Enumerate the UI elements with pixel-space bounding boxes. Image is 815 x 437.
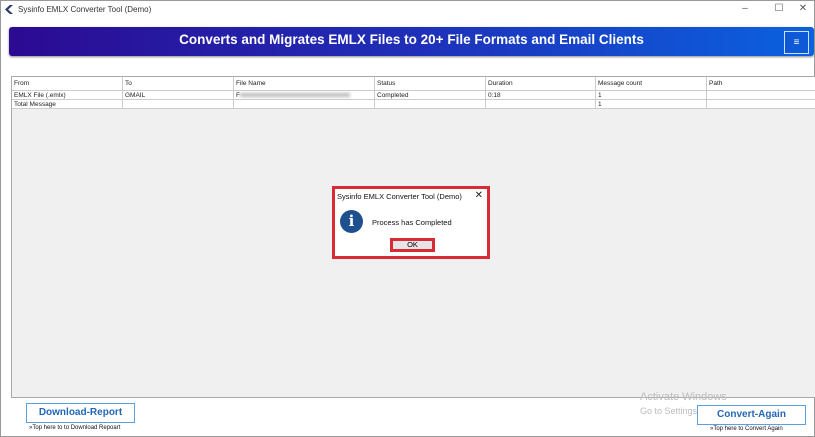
close-button[interactable]: ✕: [793, 3, 813, 14]
header-status[interactable]: Status: [375, 77, 486, 91]
blurred-file-name: [239, 93, 350, 98]
convert-hint: »Top here to Convert Again: [710, 426, 783, 432]
banner-title: Converts and Migrates EMLX Files to 20+ …: [179, 32, 644, 47]
title-bar: Sysinfo EMLX Converter Tool (Demo) – ☐ ✕: [1, 1, 815, 19]
header-message-count[interactable]: Message count: [596, 77, 707, 91]
cell-to: [123, 100, 234, 109]
cell-path: [707, 91, 815, 100]
app-logo-icon: [5, 5, 13, 14]
table-row[interactable]: Total Message 1: [12, 100, 815, 109]
cell-from: Total Message: [12, 100, 123, 109]
cell-file-name: F: [234, 91, 375, 100]
ok-button[interactable]: OK: [390, 238, 435, 252]
cell-from: EMLX File (.emlx): [12, 91, 123, 100]
dialog-message: Process has Completed: [372, 218, 452, 227]
cell-duration: 0:18: [486, 91, 596, 100]
minimize-button[interactable]: –: [735, 3, 755, 14]
cell-to: GMAIL: [123, 91, 234, 100]
header-banner: Converts and Migrates EMLX Files to 20+ …: [9, 27, 814, 56]
info-icon: i: [340, 210, 363, 233]
menu-button[interactable]: ≡: [784, 31, 809, 54]
completion-dialog: Sysinfo EMLX Converter Tool (Demo) ✕ i P…: [332, 186, 490, 259]
cell-status: [375, 100, 486, 109]
cell-status: Completed: [375, 91, 486, 100]
window-title: Sysinfo EMLX Converter Tool (Demo): [18, 5, 152, 14]
header-path[interactable]: Path: [707, 77, 815, 91]
header-from[interactable]: From: [12, 77, 123, 91]
cell-message-count: 1: [596, 91, 707, 100]
download-report-button[interactable]: Download-Report: [26, 403, 135, 423]
table-header: From To File Name Status Duration Messag…: [12, 77, 815, 91]
activation-watermark-title: Activate Windows: [640, 391, 727, 403]
table-row[interactable]: EMLX File (.emlx) GMAIL F Completed 0:18…: [12, 91, 815, 100]
cell-message-count: 1: [596, 100, 707, 109]
cell-duration: [486, 100, 596, 109]
cell-file-name: [234, 100, 375, 109]
header-to[interactable]: To: [123, 77, 234, 91]
dialog-close-button[interactable]: ✕: [475, 190, 483, 201]
dialog-title: Sysinfo EMLX Converter Tool (Demo): [337, 192, 462, 201]
maximize-button[interactable]: ☐: [769, 3, 789, 14]
download-hint: »Top here to to Download Repoart: [29, 425, 121, 431]
header-duration[interactable]: Duration: [486, 77, 596, 91]
convert-again-button[interactable]: Convert-Again: [697, 405, 806, 425]
header-file-name[interactable]: File Name: [234, 77, 375, 91]
cell-path: [707, 100, 815, 109]
